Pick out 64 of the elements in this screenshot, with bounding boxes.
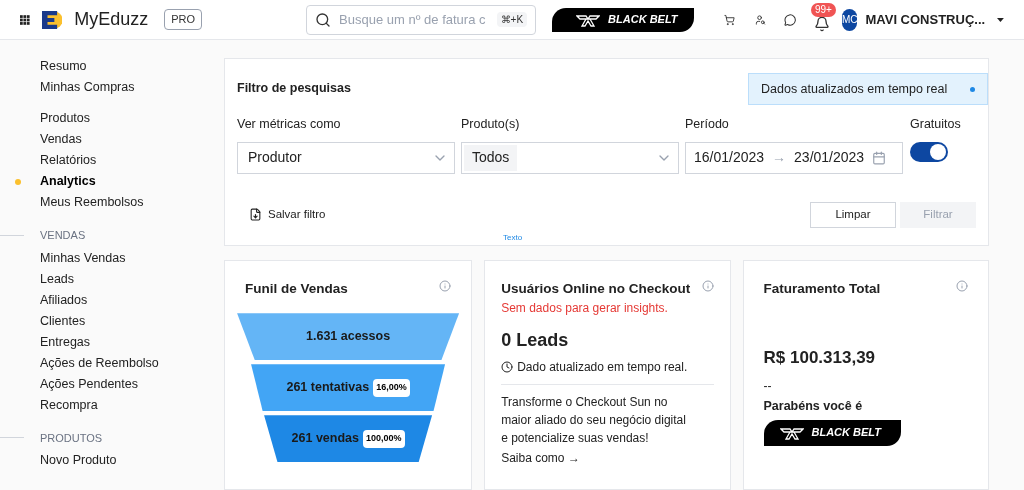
save-icon <box>249 208 262 222</box>
dropdown-caret-icon[interactable] <box>997 16 1004 23</box>
calendar-icon <box>872 150 887 165</box>
sidebar-item[interactable]: Minhas Vendas <box>40 248 126 268</box>
revenue-amount: R$ 100.313,39 <box>763 347 877 370</box>
search-field[interactable]: Busque um nº de fatura c ⌘+K <box>306 4 537 35</box>
search-icon <box>315 11 332 28</box>
learn-more-link[interactable]: Saiba como → <box>501 449 580 468</box>
apps-grid-icon[interactable] <box>20 12 30 27</box>
clear-button[interactable]: Limpar <box>810 201 896 228</box>
panel-title: Filtro de pesquisas <box>237 80 351 97</box>
funnel-stage: 261 tentativas 16,00% <box>251 364 446 412</box>
field-label: Período <box>685 116 730 133</box>
sidebar-item[interactable]: Ações de Reembolso <box>40 353 159 373</box>
percent-badge: 100,00% <box>363 430 405 448</box>
avatar[interactable]: MC <box>841 8 858 31</box>
sidebar-item[interactable]: Vendas <box>40 130 82 149</box>
belt-rank-badge: BLACK BELT <box>552 7 694 32</box>
product-select[interactable]: Todos <box>461 141 679 174</box>
promo-text: Transforme o Checkout Sun no maior aliado do seu negócio digital e potencialize suas vendas! <box>501 394 687 448</box>
percent-badge: 16,00% <box>373 379 410 397</box>
card-title: Funil de Vendas <box>245 280 348 298</box>
funnel-stage: 261 vendas 100,00% <box>264 415 433 463</box>
sidebar-item[interactable]: Leads <box>40 269 75 289</box>
sidebar-item[interactable]: Recompra <box>40 395 98 415</box>
sidebar-item[interactable]: Ações Pendentes <box>40 374 138 394</box>
field-label: Produto(s) <box>461 116 521 133</box>
funnel-stage: 1.631 acessos <box>237 313 460 361</box>
sidebar-item[interactable]: Meus Reembolsos <box>40 193 144 212</box>
metrics-select[interactable]: Produtor <box>237 141 455 174</box>
date-range-field[interactable]: 16/01/2023 → 23/01/2023 <box>685 141 903 174</box>
field-label: Ver métricas como <box>237 116 342 133</box>
section-heading: PRODUTOS <box>40 430 103 446</box>
account-name[interactable]: MAVI CONSTRUÇ... <box>865 9 986 30</box>
sidebar-item[interactable]: Analytics <box>40 172 96 191</box>
card-title: Usuários Online no Checkout <box>501 280 691 298</box>
clock-icon <box>501 361 514 374</box>
search-input[interactable]: Busque um nº de fatura c <box>339 9 489 30</box>
plan-badge: PRO <box>164 9 203 30</box>
brand-name: MyEduzz <box>74 8 149 31</box>
section-heading: VENDAS <box>40 228 86 243</box>
sidebar-item[interactable]: Relatórios <box>40 151 97 170</box>
sidebar-item[interactable]: Resumo <box>40 57 87 76</box>
toggle-switch[interactable] <box>910 141 948 162</box>
sidebar-item[interactable]: Clientes <box>40 311 86 331</box>
revenue-delta: -- <box>763 377 773 395</box>
tiny-label: Texto <box>503 232 523 244</box>
card-title: Faturamento Total <box>763 280 881 298</box>
sidebar-item[interactable]: Entregas <box>40 332 91 352</box>
save-filter-button[interactable]: Salvar filtro <box>249 206 326 224</box>
belt-rank-badge: BLACK BELT <box>763 419 901 446</box>
sidebar-item[interactable]: Novo Produto <box>40 451 117 470</box>
notification-badge: 99+ <box>810 2 836 17</box>
sidebar-item[interactable]: Afiliados <box>40 290 88 310</box>
update-note: Dado atualizado em tempo real. <box>517 359 688 377</box>
field-label: Gratuitos <box>910 116 961 133</box>
congrats-text: Parabéns você é <box>763 397 864 415</box>
sidebar-item[interactable]: Produtos <box>40 109 91 128</box>
sidebar-item[interactable]: Minhas Compras <box>40 78 135 97</box>
warning-text: Sem dados para gerar insights. <box>501 300 669 318</box>
bell-icon[interactable] <box>813 15 830 32</box>
realtime-notice: Dados atualizados em tempo real <box>748 73 988 105</box>
shortcut-hint: ⌘+K <box>496 12 528 27</box>
leads-count: 0 Leads <box>501 329 570 353</box>
